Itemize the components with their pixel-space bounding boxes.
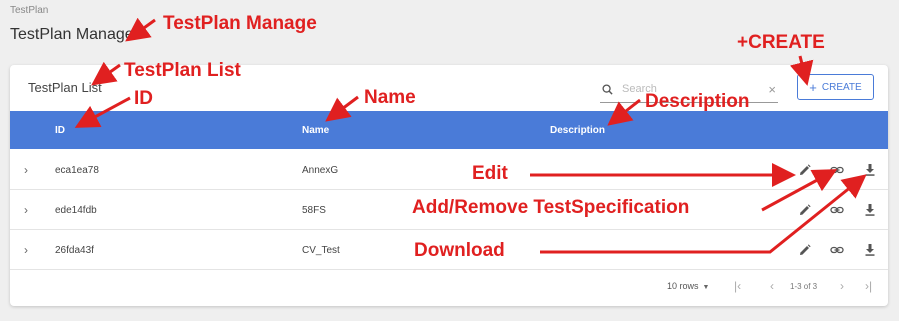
page-range: 1-3 of 3 [790,282,818,291]
last-page-icon[interactable]: ›| [865,279,872,293]
card-title: TestPlan List [28,80,102,95]
edit-icon[interactable] [798,163,812,177]
link-icon[interactable] [830,203,844,217]
download-icon[interactable] [863,163,877,177]
annotation-id: ID [134,88,153,109]
search-icon [602,84,613,95]
next-page-icon[interactable]: › [840,279,844,293]
download-icon[interactable] [863,203,877,217]
annotation-create: +CREATE [737,32,825,53]
link-icon[interactable] [830,243,844,257]
edit-icon[interactable] [798,203,812,217]
create-button[interactable]: + CREATE [797,74,874,100]
annotation-manage: TestPlan Manage [163,13,317,34]
expand-chevron-icon[interactable]: › [24,203,28,217]
caret-down-icon: ▼ [702,284,710,291]
create-button-label: CREATE [821,81,862,93]
breadcrumb[interactable]: TestPlan [10,5,48,16]
row-name: CV_Test [302,245,340,256]
table-header: ID Name Description [10,111,888,149]
annotation-description: Description [645,91,750,112]
row-id: eca1ea78 [55,165,99,176]
page-title: TestPlan Manage [10,26,134,43]
rows-per-page-value: 10 rows [667,281,699,291]
row-name: 58FS [302,205,326,216]
annotation-add-remove: Add/Remove TestSpecification [412,197,690,218]
previous-page-icon[interactable]: ‹ [770,279,774,293]
annotation-list: TestPlan List [124,60,241,81]
clear-search-icon[interactable]: × [768,82,776,97]
edit-icon[interactable] [798,243,812,257]
rows-per-page-select[interactable]: 10 rows ▼ [667,281,709,291]
row-id: ede14fdb [55,205,97,216]
pagination: 10 rows ▼ |‹ ‹ 1-3 of 3 › ›| [10,273,888,303]
expand-chevron-icon[interactable]: › [24,163,28,177]
column-header-description[interactable]: Description [550,125,605,136]
first-page-icon[interactable]: |‹ [734,279,741,293]
annotation-download: Download [414,240,505,261]
annotation-name: Name [364,87,416,108]
row-id: 26fda43f [55,245,94,256]
plus-icon: + [809,79,817,95]
expand-chevron-icon[interactable]: › [24,243,28,257]
row-name: AnnexG [302,165,339,176]
link-icon[interactable] [830,163,844,177]
column-header-id[interactable]: ID [55,125,65,136]
column-header-name[interactable]: Name [302,125,329,136]
download-icon[interactable] [863,243,877,257]
table-row[interactable]: › eca1ea78 AnnexG [10,150,888,190]
annotation-edit: Edit [472,163,508,184]
